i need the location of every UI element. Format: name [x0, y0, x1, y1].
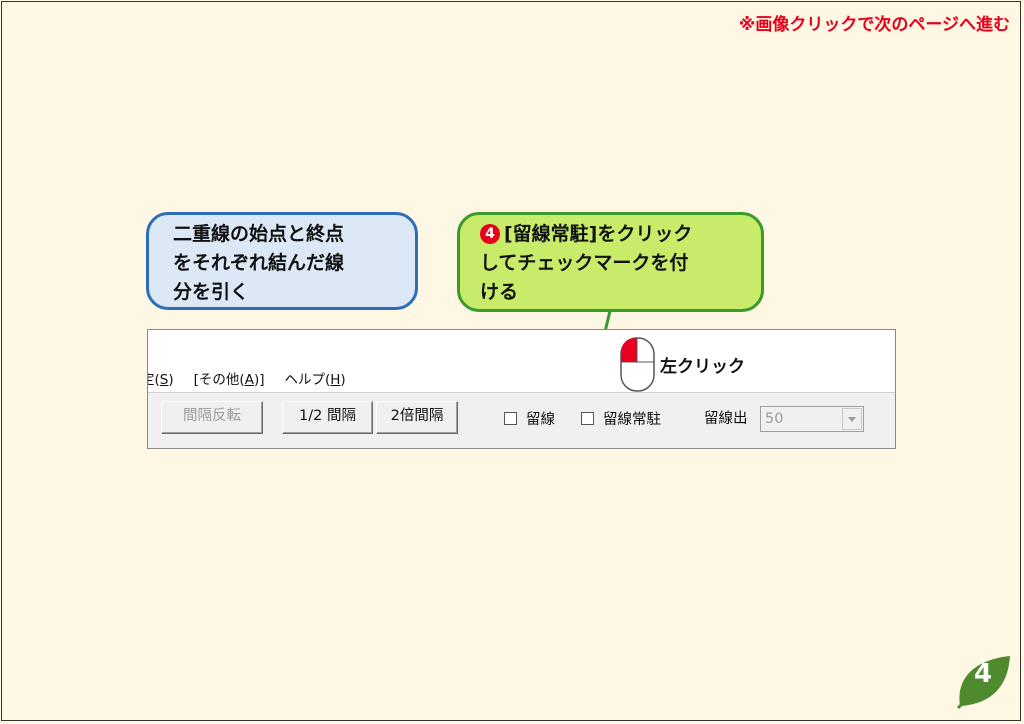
menu-bar: 定(S) [その他(A)] ヘルプ(H) — [148, 367, 366, 389]
tome-out-label: 留線出 — [704, 411, 748, 427]
mouse-left-click-icon — [620, 337, 655, 392]
double-spacing-button[interactable]: 2倍間隔 — [376, 401, 458, 434]
left-click-label: 左クリック — [660, 357, 745, 377]
menu-other[interactable]: [その他(A)] — [194, 368, 265, 388]
menu-help[interactable]: ヘルプ(H) — [284, 368, 345, 388]
tome-line-checkbox[interactable]: 留線 — [504, 408, 555, 429]
menu-settings[interactable]: 定(S) — [148, 368, 174, 388]
app-screenshot: 定(S) [その他(A)] ヘルプ(H) 間隔反転 1/2 間隔 2倍間隔 留線… — [147, 329, 896, 449]
flip-spacing-button[interactable]: 間隔反転 — [161, 401, 263, 434]
tome-out-select[interactable]: 50 — [760, 406, 864, 432]
page-number: 4 — [973, 659, 993, 689]
half-spacing-button[interactable]: 1/2 間隔 — [282, 401, 373, 434]
chevron-down-icon[interactable] — [842, 408, 862, 430]
checkbox-box[interactable] — [504, 412, 517, 425]
tome-resident-checkbox[interactable]: 留線常駐 — [581, 408, 661, 429]
toolbar: 間隔反転 1/2 間隔 2倍間隔 留線 留線常駐 留線出 50 — [148, 392, 895, 448]
checkbox-box[interactable] — [581, 412, 594, 425]
